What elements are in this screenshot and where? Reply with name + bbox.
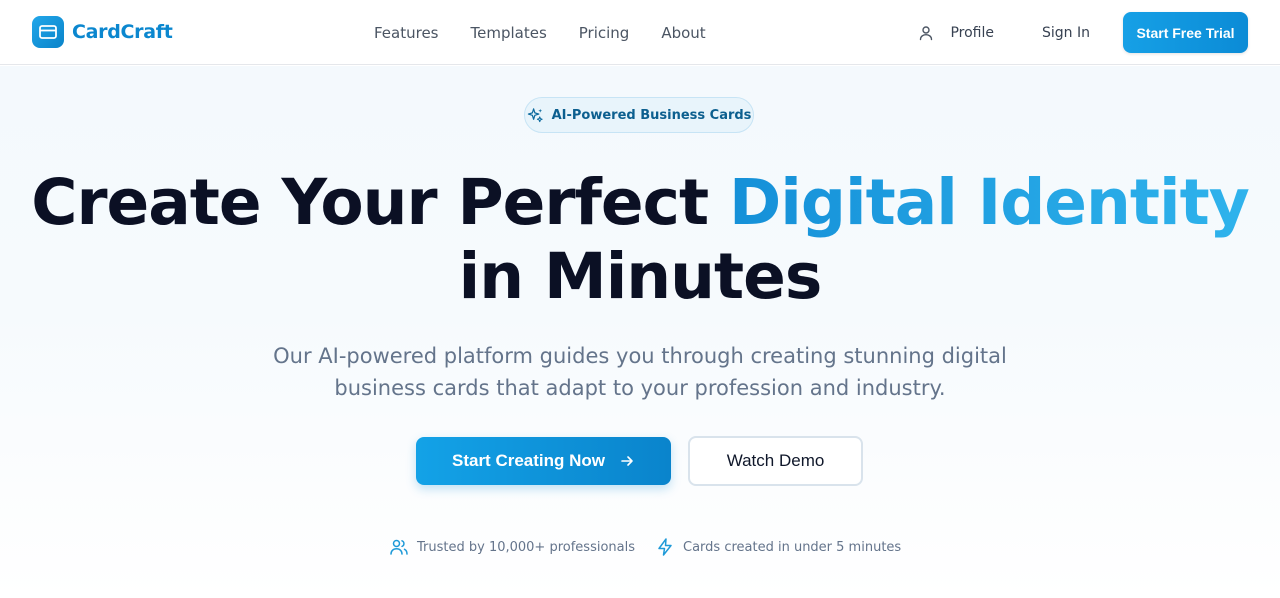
nav-actions: Profile Sign In Start Free Trial <box>918 12 1248 53</box>
hero-section: AI-Powered Business Cards Create Your Pe… <box>0 66 1280 598</box>
profile-button[interactable]: Profile <box>918 13 1010 53</box>
start-creating-button[interactable]: Start Creating Now <box>416 437 671 485</box>
start-free-trial-button[interactable]: Start Free Trial <box>1123 12 1248 53</box>
users-icon <box>390 539 408 555</box>
nav-link-templates[interactable]: Templates <box>471 24 547 42</box>
headline-part-1: Create Your Perfect <box>31 166 730 239</box>
sparkles-icon <box>527 107 543 122</box>
trust-text-professionals: Trusted by 10,000+ professionals <box>417 539 635 555</box>
watch-demo-button[interactable]: Watch Demo <box>688 436 863 486</box>
brand-name: CardCraft <box>72 21 173 43</box>
card-icon <box>32 16 64 48</box>
trust-item-speed: Cards created in under 5 minutes <box>655 537 901 557</box>
ai-badge: AI-Powered Business Cards <box>524 97 754 133</box>
nav-link-pricing[interactable]: Pricing <box>579 24 630 42</box>
nav-link-features[interactable]: Features <box>374 24 439 42</box>
hero-headline: Create Your Perfect Digital Identity in … <box>0 166 1280 314</box>
trust-item-professionals: Trusted by 10,000+ professionals <box>389 537 635 557</box>
start-creating-label: Start Creating Now <box>451 451 606 470</box>
headline-highlight: Digital Identity <box>729 166 1250 239</box>
top-navbar: CardCraft Features Templates Pricing Abo… <box>0 0 1280 65</box>
main-nav: Features Templates Pricing About <box>374 24 738 42</box>
nav-link-about[interactable]: About <box>661 24 705 42</box>
sign-in-link[interactable]: Sign In <box>1042 25 1090 41</box>
user-icon <box>920 25 933 40</box>
brand-logo[interactable]: CardCraft <box>32 16 173 48</box>
trust-text-speed: Cards created in under 5 minutes <box>683 539 902 555</box>
headline-part-2: in Minutes <box>458 240 823 313</box>
profile-label: Profile <box>950 24 994 41</box>
arrow-right-icon <box>621 456 633 466</box>
hero-subtitle: Our AI-powered platform guides you throu… <box>273 344 1007 400</box>
badge-label: AI-Powered Business Cards <box>551 107 752 123</box>
lightning-icon <box>658 538 672 556</box>
